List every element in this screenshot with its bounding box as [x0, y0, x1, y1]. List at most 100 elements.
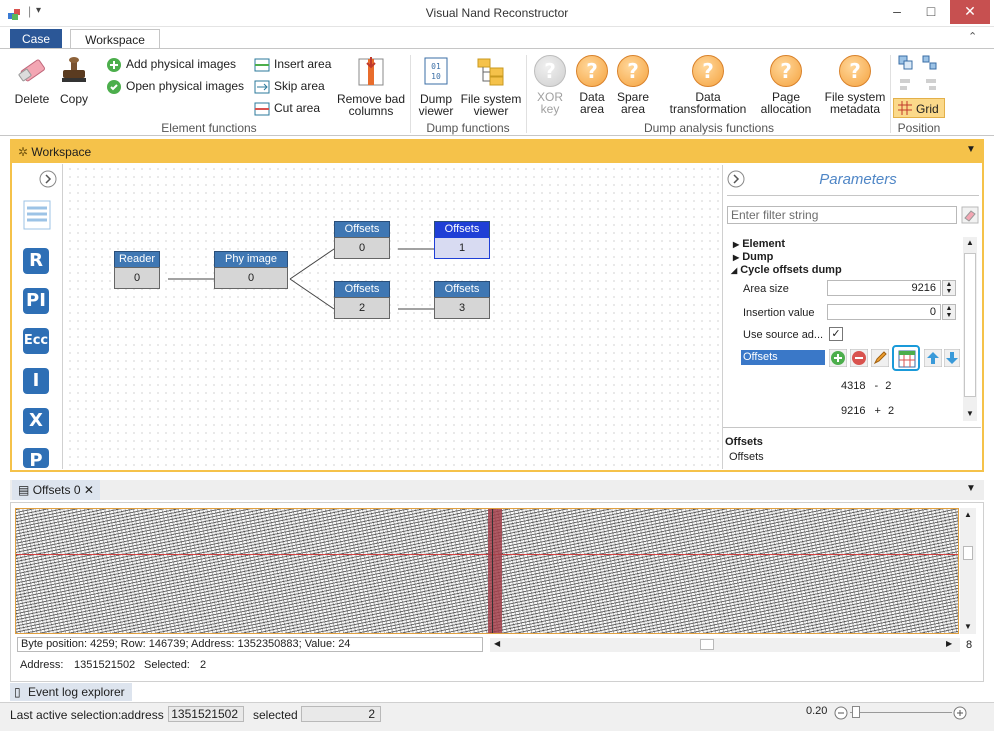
- offset-row-address: 9216: [841, 405, 866, 417]
- zoom-in-icon[interactable]: [953, 706, 967, 720]
- scroll-left-icon[interactable]: ◀: [494, 639, 500, 648]
- open-physical-images-button[interactable]: Open physical images: [106, 77, 244, 95]
- insertion-value-input[interactable]: 0: [827, 304, 941, 320]
- close-icon[interactable]: ✕: [84, 483, 94, 497]
- minimize-button[interactable]: –: [880, 0, 914, 24]
- parameters-scrollbar[interactable]: ▲ ▼: [963, 237, 977, 421]
- p-tool-button[interactable]: P: [23, 448, 49, 471]
- offset-row[interactable]: 9216 + 2: [841, 405, 894, 417]
- event-log-explorer-tab[interactable]: ▯ Event log explorer: [10, 683, 132, 701]
- reader-tool-button[interactable]: R: [23, 248, 49, 274]
- close-button[interactable]: ✕: [950, 0, 990, 24]
- move-up-icon[interactable]: [924, 349, 942, 367]
- clear-filter-icon[interactable]: [961, 206, 979, 224]
- offsets-node-3[interactable]: Offsets 3: [434, 281, 490, 321]
- arrange-icon[interactable]: [922, 55, 938, 71]
- scroll-up-icon[interactable]: ▲: [964, 510, 972, 519]
- offset-row[interactable]: 4318 - 2: [841, 380, 891, 392]
- offsets-node-2[interactable]: Offsets 2: [334, 281, 390, 321]
- workspace-canvas[interactable]: Reader 0 Phy image 0 Offsets 0 Offsets 1…: [66, 165, 720, 469]
- scroll-down-icon[interactable]: ▼: [964, 622, 972, 631]
- ecc-tool-button[interactable]: Ecc: [23, 328, 49, 354]
- ribbon-separator: [410, 55, 411, 133]
- description-title: Offsets: [725, 436, 763, 448]
- offsets-param-label[interactable]: Offsets: [741, 350, 825, 365]
- dump-section[interactable]: ▶ Dump: [733, 251, 773, 263]
- collapse-parameters-icon[interactable]: [727, 170, 745, 188]
- align-icon[interactable]: [898, 55, 914, 71]
- dump-bitmap-view[interactable]: [15, 508, 959, 634]
- remove-bad-columns-button[interactable]: Remove bad columns: [336, 55, 406, 117]
- question-icon: ?: [576, 55, 608, 87]
- question-icon: ?: [617, 55, 649, 87]
- i-tool-button[interactable]: I: [23, 368, 49, 394]
- scrollbar-thumb[interactable]: [700, 639, 714, 650]
- grid-button[interactable]: Grid: [893, 98, 945, 118]
- file-system-viewer-button[interactable]: File system viewer: [460, 55, 522, 117]
- align-left-icon[interactable]: [898, 77, 914, 93]
- element-section[interactable]: ▶ Element: [733, 238, 785, 250]
- question-icon: ?: [839, 55, 871, 87]
- dump-functions-label: Dump functions: [426, 121, 510, 135]
- collapse-toolbox-icon[interactable]: [39, 170, 57, 188]
- dump-viewer-button[interactable]: 01 10 Dump viewer: [414, 55, 458, 117]
- collapse-ribbon-icon[interactable]: ⌃: [968, 30, 977, 43]
- delete-button[interactable]: Delete: [10, 55, 54, 105]
- reader-node[interactable]: Reader 0: [114, 251, 160, 291]
- use-source-checkbox[interactable]: ✓: [829, 327, 843, 341]
- insertion-value-spinner[interactable]: ▲ ▼: [942, 304, 956, 320]
- workspace-doc-tab[interactable]: ✲ Workspace ✕: [12, 141, 108, 181]
- xor-key-button[interactable]: ? XOR key: [530, 55, 570, 115]
- panel-menu-icon[interactable]: ▼: [966, 483, 976, 494]
- zoom-out-icon[interactable]: [834, 706, 848, 720]
- stamp-icon: [62, 57, 86, 82]
- filter-input[interactable]: Enter filter string: [727, 206, 957, 224]
- add-physical-images-button[interactable]: Add physical images: [106, 55, 236, 73]
- zoom-slider-thumb[interactable]: [852, 706, 860, 718]
- offsets-node-1[interactable]: Offsets 1: [434, 221, 490, 261]
- tab-workspace[interactable]: Workspace: [70, 29, 160, 50]
- scroll-up-icon[interactable]: ▲: [966, 238, 974, 247]
- phy-image-node-value: 0: [214, 267, 288, 289]
- data-transformation-button[interactable]: ? Data transformation: [666, 55, 750, 115]
- physical-image-tool-button[interactable]: PI: [23, 288, 49, 314]
- element-section-label: Element: [742, 238, 786, 250]
- offsets-table-button[interactable]: [892, 345, 920, 371]
- scrollbar-thumb[interactable]: [963, 546, 973, 560]
- panel-menu-icon[interactable]: ▼: [966, 144, 976, 155]
- zoom-slider-track[interactable]: [850, 712, 952, 713]
- offsets-node-title: Offsets: [334, 221, 390, 237]
- offsets-0-tab[interactable]: ▤ Offsets 0 ✕: [12, 480, 100, 500]
- selected-label: Selected:: [144, 659, 190, 671]
- data-area-button[interactable]: ? Data area: [572, 55, 612, 115]
- edit-offset-icon[interactable]: [871, 349, 889, 367]
- add-offset-icon[interactable]: [829, 349, 847, 367]
- cycle-offsets-dump-section[interactable]: ◢ Cycle offsets dump: [731, 264, 842, 276]
- remove-offset-icon[interactable]: [850, 349, 868, 367]
- scroll-page-count: 8: [966, 639, 973, 651]
- insert-area-button[interactable]: Insert area: [254, 55, 331, 73]
- phy-image-node[interactable]: Phy image 0: [214, 251, 288, 291]
- page-allocation-button[interactable]: ? Page allocation: [756, 55, 816, 115]
- file-system-metadata-button[interactable]: ? File system metadata: [822, 55, 888, 115]
- list-view-icon[interactable]: [23, 200, 51, 230]
- move-down-icon[interactable]: [944, 349, 960, 367]
- scroll-down-icon[interactable]: ▼: [966, 409, 974, 418]
- area-size-spinner[interactable]: ▲ ▼: [942, 280, 956, 296]
- scrollbar-thumb[interactable]: [964, 253, 976, 397]
- align-right-icon[interactable]: [922, 77, 938, 93]
- delete-label: Delete: [14, 92, 50, 106]
- cut-area-button[interactable]: Cut area: [254, 99, 320, 117]
- skip-area-button[interactable]: Skip area: [254, 77, 325, 95]
- copy-button[interactable]: Copy: [56, 55, 92, 105]
- x-tool-button[interactable]: X: [23, 408, 49, 434]
- tab-case[interactable]: Case: [10, 29, 62, 49]
- dump-horizontal-scrollbar[interactable]: ◀ ▶: [490, 638, 960, 652]
- spare-area-button[interactable]: ? Spare area: [613, 55, 653, 115]
- maximize-button[interactable]: □: [914, 0, 948, 24]
- offsets-node-0[interactable]: Offsets 0: [334, 221, 390, 261]
- offsets-0-tab-label: Offsets 0: [32, 483, 81, 497]
- dump-vertical-scrollbar[interactable]: ▲ ▼: [960, 508, 976, 634]
- scroll-right-icon[interactable]: ▶: [946, 639, 952, 648]
- area-size-input[interactable]: 9216: [827, 280, 941, 296]
